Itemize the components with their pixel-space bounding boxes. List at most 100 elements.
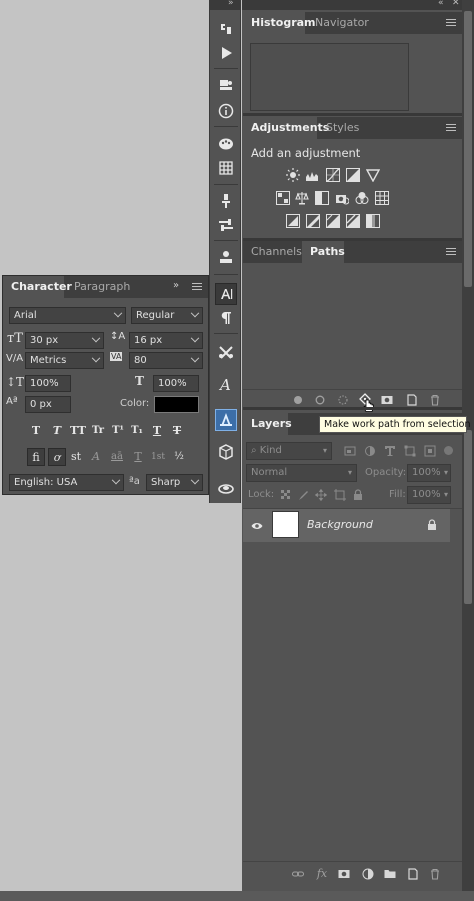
vibrance-icon[interactable] <box>365 168 381 183</box>
swatches-icon[interactable] <box>215 157 237 179</box>
add-mask-icon[interactable] <box>380 393 394 407</box>
dock-scrollbar[interactable] <box>462 0 474 901</box>
layer-filter-kind[interactable]: ⌕ Kind ▾ <box>246 442 332 460</box>
titling-alternates-button[interactable]: T <box>129 448 147 466</box>
panel-menu-icon[interactable] <box>446 19 456 27</box>
libraries-icon[interactable] <box>215 477 237 499</box>
collapse-dock-icon[interactable]: « <box>438 0 444 8</box>
font-family-select[interactable]: Arial <box>9 307 126 324</box>
filter-adjustment-icon[interactable] <box>363 444 377 458</box>
discretionary-ligatures-button[interactable]: ơ <box>48 448 66 466</box>
text-color-swatch[interactable] <box>154 396 199 413</box>
clone-source-icon[interactable] <box>215 246 237 268</box>
all-caps-button[interactable]: TT <box>67 423 89 439</box>
stylistic-alternates-button[interactable]: aā <box>106 448 128 466</box>
threshold-icon[interactable] <box>326 214 340 228</box>
brightness-contrast-icon[interactable] <box>286 168 300 182</box>
levels-icon[interactable] <box>305 168 319 182</box>
layer-mask-icon[interactable] <box>337 867 351 881</box>
font-style-select[interactable]: Regular <box>131 307 203 324</box>
lock-position-icon[interactable] <box>314 488 328 502</box>
channel-mixer-icon[interactable] <box>355 191 369 205</box>
curves-icon[interactable] <box>326 168 340 182</box>
delete-layer-icon[interactable] <box>428 867 442 881</box>
tab-paragraph[interactable]: Paragraph <box>66 276 138 298</box>
antialias-select[interactable]: Sharp <box>146 474 203 491</box>
kerning-select[interactable]: Metrics <box>25 352 104 369</box>
tool-presets-icon[interactable] <box>215 214 237 236</box>
invert-icon[interactable] <box>286 214 300 228</box>
leading-field[interactable]: 16 px <box>129 332 203 349</box>
lock-all-icon[interactable] <box>351 488 365 502</box>
lock-artboard-icon[interactable] <box>333 488 347 502</box>
properties-icon[interactable] <box>215 74 237 96</box>
filter-pixel-icon[interactable] <box>343 444 357 458</box>
contextual-alternates-button[interactable]: st <box>67 448 85 466</box>
filter-type-icon[interactable] <box>383 444 397 458</box>
swash-button[interactable]: A <box>87 448 105 466</box>
baseline-shift-field[interactable]: 0 px <box>25 396 71 413</box>
tab-paths[interactable]: Paths <box>302 241 345 263</box>
panel-menu-icon[interactable] <box>446 124 456 132</box>
tracking-field[interactable]: 80 <box>129 352 203 369</box>
3d-cube-icon[interactable] <box>215 441 237 463</box>
faux-italic-button[interactable]: T <box>48 423 66 439</box>
layer-row-background[interactable]: Background <box>243 509 450 542</box>
photo-filter-icon[interactable] <box>335 191 350 205</box>
fill-field[interactable]: 100% ▾ <box>407 486 451 504</box>
scrollbar-thumb[interactable] <box>464 11 472 287</box>
scrollbar-thumb-lower[interactable] <box>464 430 472 604</box>
black-white-icon[interactable] <box>315 191 329 205</box>
vertical-scale-field[interactable]: 100% <box>25 375 71 392</box>
fx-icon[interactable]: fx <box>315 866 329 880</box>
paths-3d-icon[interactable] <box>215 409 237 431</box>
stroke-path-icon[interactable] <box>313 393 327 407</box>
ligatures-button[interactable]: fi <box>27 448 45 466</box>
glyphs-icon[interactable]: A <box>215 373 237 395</box>
color-balance-icon[interactable] <box>295 191 309 205</box>
tab-adjustments[interactable]: Adjustments <box>243 117 329 139</box>
info-icon[interactable] <box>215 100 237 122</box>
tab-histogram[interactable]: Histogram <box>243 12 316 34</box>
filter-toggle-icon[interactable] <box>444 446 453 455</box>
collapse-panel-icon[interactable]: » <box>173 280 179 291</box>
tab-channels[interactable]: Channels <box>243 241 310 263</box>
tab-styles[interactable]: Styles <box>318 117 367 139</box>
fractions-button[interactable]: ½ <box>169 448 189 466</box>
hue-saturation-icon[interactable] <box>276 191 290 205</box>
color-lookup-icon[interactable] <box>375 191 389 205</box>
tab-character[interactable]: Character <box>3 276 72 298</box>
exposure-icon[interactable] <box>346 168 360 182</box>
small-caps-button[interactable]: Tr <box>89 423 107 439</box>
paragraph-icon[interactable] <box>215 307 237 329</box>
opacity-field[interactable]: 100% ▾ <box>407 464 451 482</box>
underline-button[interactable]: T <box>148 423 166 439</box>
fill-path-icon[interactable] <box>291 393 305 407</box>
blend-mode-select[interactable]: Normal ▾ <box>246 464 357 482</box>
ordinals-button[interactable]: 1st <box>148 448 168 466</box>
group-icon[interactable] <box>383 867 397 881</box>
gradient-map-icon[interactable] <box>366 214 380 228</box>
link-layers-icon[interactable] <box>291 867 305 881</box>
color-palette-icon[interactable] <box>215 133 237 155</box>
tab-layers[interactable]: Layers <box>243 413 292 435</box>
tab-navigator[interactable]: Navigator <box>307 12 377 34</box>
expand-panels-icon[interactable]: » <box>228 0 234 8</box>
subscript-button[interactable]: T₁ <box>128 423 146 439</box>
language-select[interactable]: English: USA <box>9 474 124 491</box>
load-selection-icon[interactable] <box>336 393 350 407</box>
character-panel-icon[interactable] <box>215 283 237 305</box>
selective-color-icon[interactable] <box>346 214 360 228</box>
font-size-field[interactable]: 30 px <box>25 332 104 349</box>
superscript-button[interactable]: T¹ <box>109 423 127 439</box>
adjustment-layer-icon[interactable] <box>361 867 375 881</box>
horizontal-scale-field[interactable]: 100% <box>153 375 199 392</box>
new-layer-icon[interactable] <box>406 867 420 881</box>
faux-bold-button[interactable]: T <box>27 423 45 439</box>
posterize-icon[interactable] <box>306 214 320 228</box>
filter-smart-object-icon[interactable] <box>423 444 437 458</box>
filter-shape-icon[interactable] <box>403 444 417 458</box>
actions-play-icon[interactable] <box>215 42 237 64</box>
brushes-icon[interactable] <box>215 190 237 212</box>
strikethrough-button[interactable]: T <box>168 423 186 439</box>
